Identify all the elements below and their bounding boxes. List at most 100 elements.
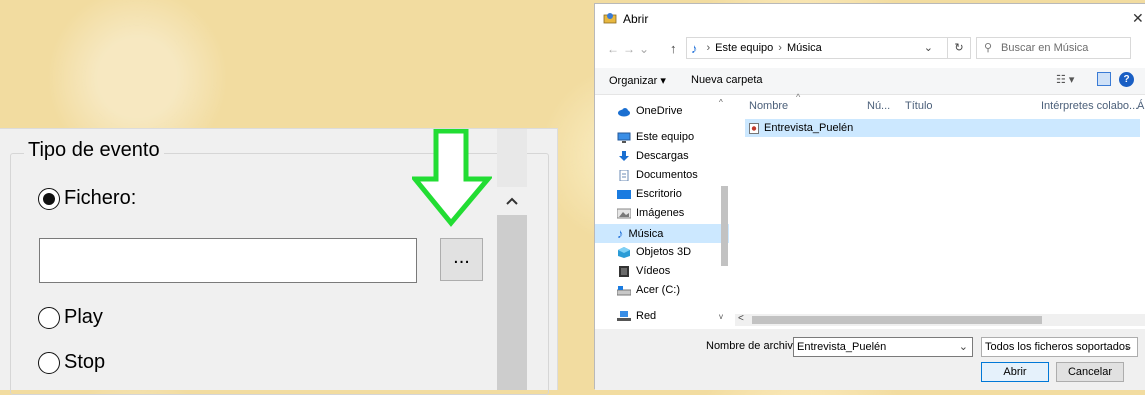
sidebar-item-label: Red xyxy=(636,310,657,322)
sidebar-item-imagenes[interactable]: Imágenes xyxy=(617,207,684,219)
open-button[interactable]: Abrir xyxy=(981,362,1049,382)
drive-icon xyxy=(617,285,631,295)
chevron-down-icon[interactable]: ⌄ xyxy=(924,41,933,54)
title-bar: Abrir ✕ xyxy=(595,4,1145,32)
column-header-numero[interactable]: Nú... xyxy=(867,100,890,112)
sidebar-item-label: Descargas xyxy=(636,150,689,162)
help-icon[interactable]: ? xyxy=(1119,72,1134,87)
sidebar-item-label: Escritorio xyxy=(636,188,682,200)
column-header-album[interactable]: Ál xyxy=(1137,100,1145,112)
radio-file-label: Fichero: xyxy=(64,187,137,209)
sidebar-item-label: Este equipo xyxy=(636,131,695,143)
file-row[interactable]: Entrevista_Puelén xyxy=(745,119,1140,137)
search-icon: ⚲ xyxy=(984,42,993,54)
horizontal-scrollbar[interactable]: < xyxy=(735,313,1145,326)
browse-button[interactable]: ... xyxy=(440,238,483,281)
sidebar-item-descargas[interactable]: Descargas xyxy=(617,150,689,162)
command-toolbar: Organizar ▾ Nueva carpeta ☷ ▾ ? xyxy=(595,68,1145,95)
radio-play-option[interactable]: Play xyxy=(38,306,103,329)
back-forward-icon[interactable]: ←→⌄ xyxy=(607,42,653,56)
scrollbar-thumb[interactable] xyxy=(497,215,527,390)
column-header-titulo[interactable]: Título xyxy=(905,100,933,112)
scroll-left-icon[interactable]: < xyxy=(738,313,744,324)
organize-menu[interactable]: Organizar ▾ xyxy=(609,74,666,87)
radio-file-option[interactable]: Fichero: xyxy=(38,187,136,210)
sidebar-item-onedrive[interactable]: OneDrive xyxy=(617,105,682,117)
close-icon[interactable]: ✕ xyxy=(1132,10,1144,27)
event-type-panel: Tipo de evento Fichero: ... Play Stop xyxy=(0,128,558,395)
download-icon xyxy=(619,150,629,161)
new-folder-button[interactable]: Nueva carpeta xyxy=(691,74,763,86)
file-path-input[interactable] xyxy=(39,238,417,283)
chevron-down-icon[interactable]: ⌄ xyxy=(959,338,968,356)
up-arrow-icon[interactable]: ↑ xyxy=(670,41,677,56)
chevron-right-icon[interactable]: › xyxy=(778,42,782,54)
sidebar-item-label: Acer (C:) xyxy=(636,284,680,296)
audio-file-icon xyxy=(749,122,759,134)
music-icon: ♪ xyxy=(617,226,624,241)
green-down-arrow-icon xyxy=(412,129,492,227)
scroll-up-icon[interactable] xyxy=(497,187,527,215)
sidebar-item-documentos[interactable]: Documentos xyxy=(617,169,698,181)
file-name-input[interactable]: Entrevista_Puelén ⌄ xyxy=(793,337,973,357)
sidebar-item-label: Vídeos xyxy=(636,265,671,277)
group-title: Tipo de evento xyxy=(24,139,164,162)
search-placeholder: Buscar en Música xyxy=(1001,42,1089,54)
cloud-icon xyxy=(618,107,630,116)
navigation-pane: OneDrive Este equipo Descargas Documento… xyxy=(595,96,729,324)
radio-play-label: Play xyxy=(64,306,103,328)
network-icon xyxy=(617,310,631,321)
scrollbar-thumb[interactable] xyxy=(721,186,728,266)
radio-stop-label: Stop xyxy=(64,351,106,373)
view-options-icon[interactable]: ☷ ▾ xyxy=(1056,73,1074,86)
radio-button[interactable] xyxy=(38,306,60,329)
app-icon xyxy=(603,13,617,24)
file-type-select[interactable]: Todos los ficheros soportados ⌄ xyxy=(981,337,1138,357)
breadcrumb-este-equipo[interactable]: Este equipo xyxy=(715,42,773,54)
document-icon xyxy=(619,169,629,181)
column-header-interpretes[interactable]: Intérpretes colabo... xyxy=(1041,100,1138,112)
address-bar[interactable]: ♪ › Este equipo › Música ⌄ xyxy=(686,37,948,59)
preview-pane-icon[interactable] xyxy=(1097,72,1111,86)
open-file-dialog: Abrir ✕ ←→⌄ ↑ ♪ › Este equipo › Música ⌄… xyxy=(594,3,1145,390)
search-input[interactable]: ⚲ Buscar en Música xyxy=(976,37,1131,59)
scrollbar-thumb[interactable] xyxy=(752,316,1042,324)
sidebar-item-label: OneDrive xyxy=(636,105,683,117)
desktop-icon xyxy=(617,189,631,199)
radio-button-selected[interactable] xyxy=(38,187,60,210)
sidebar-item-label: Documentos xyxy=(636,169,698,181)
music-note-icon: ♪ xyxy=(691,40,698,56)
sort-indicator-icon: ^ xyxy=(796,92,801,102)
radio-button[interactable] xyxy=(38,351,60,374)
sidebar-item-label: Imágenes xyxy=(636,207,685,219)
sidebar-item-objetos-3d[interactable]: Objetos 3D xyxy=(617,246,691,258)
scroll-up-icon[interactable]: ^ xyxy=(719,98,723,107)
refresh-icon[interactable]: ↻ xyxy=(947,37,971,59)
nav-pane-scrollbar[interactable]: ^ v xyxy=(718,96,728,324)
sidebar-item-videos[interactable]: Vídeos xyxy=(617,265,670,277)
file-name-value: Entrevista_Puelén xyxy=(797,341,887,353)
sidebar-item-musica[interactable]: ♪ Música xyxy=(595,224,729,243)
cube-icon xyxy=(618,246,630,258)
radio-stop-option[interactable]: Stop xyxy=(38,351,105,374)
chevron-right-icon[interactable]: › xyxy=(707,42,711,54)
sidebar-item-escritorio[interactable]: Escritorio xyxy=(617,188,682,200)
breadcrumb-musica[interactable]: Música xyxy=(787,42,822,54)
chevron-down-icon[interactable]: ⌄ xyxy=(1124,338,1133,356)
file-type-value: Todos los ficheros soportados xyxy=(985,341,1131,353)
cancel-button[interactable]: Cancelar xyxy=(1056,362,1124,382)
file-list: ^ Nombre Nú... Título Intérpretes colabo… xyxy=(733,92,1145,316)
column-header-nombre[interactable]: Nombre xyxy=(749,100,788,112)
file-name: Entrevista_Puelén xyxy=(764,122,854,134)
navigation-bar: ←→⌄ ↑ ♪ › Este equipo › Música ⌄ ↻ ⚲ Bus… xyxy=(595,34,1145,62)
sidebar-item-este-equipo[interactable]: Este equipo xyxy=(617,131,694,143)
scroll-down-icon[interactable]: v xyxy=(719,312,723,321)
sidebar-item-acer-c[interactable]: Acer (C:) xyxy=(617,284,680,296)
dialog-footer: Nombre de archivo: Entrevista_Puelén ⌄ T… xyxy=(595,329,1145,390)
sidebar-item-red[interactable]: Red xyxy=(617,310,656,322)
sidebar-item-label: Música xyxy=(628,227,664,240)
computer-icon xyxy=(617,132,631,143)
file-name-label: Nombre de archivo: xyxy=(706,340,802,352)
sidebar-item-label: Objetos 3D xyxy=(636,246,692,258)
dialog-title: Abrir xyxy=(623,12,649,26)
